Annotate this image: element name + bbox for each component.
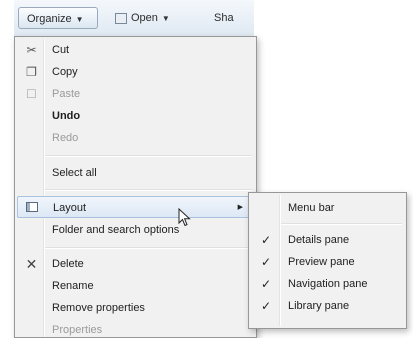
chevron-down-icon: ▼	[161, 14, 170, 23]
submenu-item-menu-bar[interactable]: Menu bar	[251, 197, 404, 219]
menu-item-label: Copy	[52, 66, 78, 78]
checkmark-icon: ✓	[261, 299, 272, 313]
menu-item-paste[interactable]: ☐ Paste	[17, 83, 254, 105]
menu-separator	[45, 189, 252, 191]
menu-item-remove-properties[interactable]: Remove properties	[17, 297, 254, 319]
submenu-item-label: Library pane	[288, 300, 350, 312]
share-label: Sha	[214, 12, 234, 24]
paste-icon: ☐	[26, 87, 37, 101]
menu-item-copy[interactable]: ❐ Copy	[17, 61, 254, 83]
menu-item-select-all[interactable]: Select all	[17, 162, 254, 184]
menu-item-label: Cut	[52, 44, 70, 56]
submenu-item-label: Navigation pane	[288, 278, 368, 290]
menu-item-layout[interactable]: Layout ▶	[17, 196, 254, 218]
menu-item-label: Layout	[53, 202, 87, 214]
menu-item-label: Properties	[52, 324, 103, 336]
command-bar: Organize ▼ Open ▼ Sha	[14, 0, 254, 37]
menu-item-label: Redo	[52, 132, 79, 144]
menu-item-label: Remove properties	[52, 302, 145, 314]
submenu-item-label: Preview pane	[288, 256, 355, 268]
layout-icon	[26, 202, 38, 212]
menu-item-label: Undo	[52, 110, 81, 122]
chevron-down-icon: ▼	[75, 15, 84, 24]
menu-item-label: Paste	[52, 88, 81, 100]
menu-item-label: Rename	[52, 280, 94, 292]
layout-submenu: Menu bar ✓ Details pane ✓ Preview pane ✓…	[248, 192, 407, 329]
checkmark-icon: ✓	[261, 277, 272, 291]
submenu-item-library-pane[interactable]: ✓ Library pane	[251, 295, 404, 317]
open-icon	[114, 12, 127, 24]
menu-item-label: Select all	[52, 167, 97, 179]
open-button[interactable]: Open ▼	[106, 7, 192, 29]
checkmark-icon: ✓	[261, 233, 272, 247]
menu-item-rename[interactable]: Rename	[17, 275, 254, 297]
submenu-arrow-icon: ▶	[237, 204, 243, 211]
menu-separator	[281, 223, 402, 225]
scissors-icon: ✂	[26, 43, 37, 57]
menu-item-delete[interactable]: ✕ Delete	[17, 253, 254, 275]
menu-item-redo[interactable]: Redo	[17, 127, 254, 149]
mouse-pointer-icon	[178, 208, 191, 227]
delete-icon: ✕	[25, 256, 38, 272]
submenu-item-label: Menu bar	[288, 202, 335, 214]
menu-separator	[45, 155, 252, 157]
submenu-item-navigation-pane[interactable]: ✓ Navigation pane	[251, 273, 404, 295]
copy-icon: ❐	[26, 65, 37, 79]
open-label: Open	[131, 12, 158, 24]
menu-item-label: Delete	[52, 258, 84, 270]
organize-label: Organize	[27, 13, 72, 25]
menu-separator	[45, 247, 252, 249]
menu-item-undo[interactable]: Undo	[17, 105, 254, 127]
submenu-item-preview-pane[interactable]: ✓ Preview pane	[251, 251, 404, 273]
menu-item-label: Folder and search options	[52, 224, 180, 236]
organize-menu: ✂ Cut ❐ Copy ☐ Paste Undo Redo Select al…	[14, 36, 257, 338]
organize-button[interactable]: Organize ▼	[18, 7, 98, 29]
menu-item-folder-options[interactable]: Folder and search options	[17, 219, 254, 241]
menu-item-cut[interactable]: ✂ Cut	[17, 39, 254, 61]
menu-item-properties[interactable]: Properties	[17, 319, 254, 337]
submenu-item-details-pane[interactable]: ✓ Details pane	[251, 229, 404, 251]
checkmark-icon: ✓	[261, 255, 272, 269]
submenu-item-label: Details pane	[288, 234, 350, 246]
share-button[interactable]: Sha	[206, 7, 266, 29]
